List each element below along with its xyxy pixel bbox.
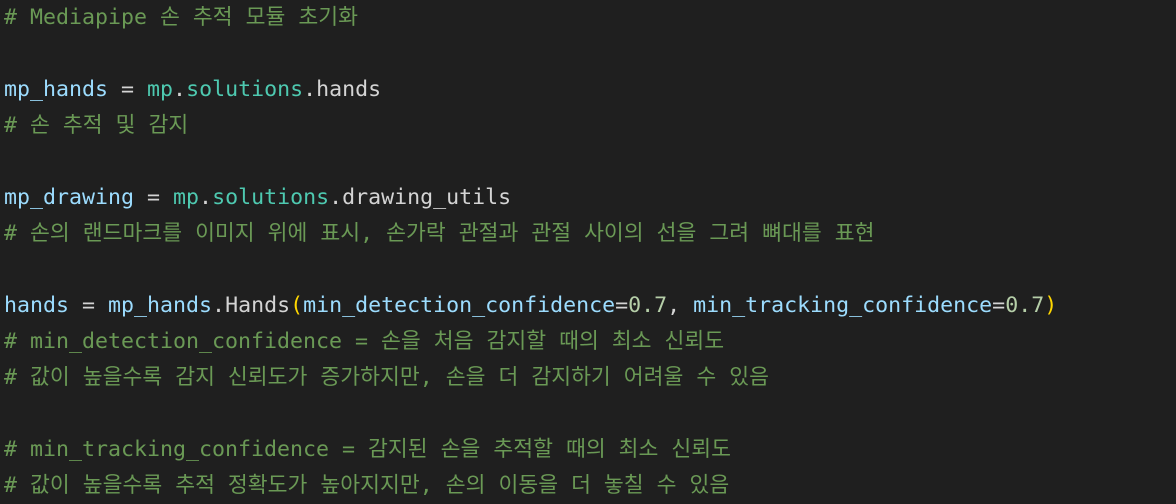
code-line-mp-drawing: mp_drawing = mp.solutions.drawing_utils <box>4 180 1176 216</box>
code-line-comment: # min_detection_confidence = 손을 처음 감지할 때… <box>4 329 725 354</box>
module-token: mp <box>173 185 200 210</box>
dot-token: . <box>212 293 226 318</box>
code-editor[interactable]: # Mediapipe 손 추적 모듈 초기화 mp_hands = mp.so… <box>0 0 1176 504</box>
code-line-comment: # 값이 높을수록 감지 신뢰도가 증가하지만, 손을 더 감지하기 어려울 수… <box>4 365 769 390</box>
number-token: 0.7 <box>1005 293 1045 318</box>
parameter-token: min_detection_confidence <box>303 293 616 318</box>
class-token: Hands <box>225 293 291 318</box>
dot-token: . <box>303 77 317 102</box>
code-line-comment: # min_tracking_confidence = 감지된 손을 추적할 때… <box>4 437 732 462</box>
operator-token: = <box>69 293 109 318</box>
variable-token: mp_hands <box>4 77 109 102</box>
parameter-token: min_tracking_confidence <box>693 293 993 318</box>
operator-token: = <box>108 77 148 102</box>
operator-token: = <box>134 185 174 210</box>
number-token: 0.7 <box>628 293 668 318</box>
variable-token: mp_drawing <box>4 185 135 210</box>
operator-token: = <box>615 293 629 318</box>
attribute-token: hands <box>316 77 382 102</box>
variable-token: hands <box>4 293 70 318</box>
code-line-comment: # Mediapipe 손 추적 모듈 초기화 <box>4 5 358 30</box>
code-line-hands: hands = mp_hands.Hands(min_detection_con… <box>4 288 1176 324</box>
code-line-comment: # 손의 랜드마크를 이미지 위에 표시, 손가락 관절과 관절 사이의 선을 … <box>4 221 875 246</box>
attribute-token: drawing_utils <box>342 185 512 210</box>
code-line-comment: # 손 추적 및 감지 <box>4 113 189 138</box>
dot-token: . <box>329 185 343 210</box>
paren-token: ( <box>290 293 304 318</box>
module-token: solutions <box>186 77 304 102</box>
operator-token: = <box>992 293 1006 318</box>
comma-token: , <box>667 293 694 318</box>
module-token: solutions <box>212 185 330 210</box>
code-line-mp-hands: mp_hands = mp.solutions.hands <box>4 72 1176 108</box>
module-token: mp <box>147 77 174 102</box>
code-line-comment: # 값이 높을수록 추적 정확도가 높아지지만, 손의 이동을 더 놓칠 수 있… <box>4 473 730 498</box>
variable-token: mp_hands <box>108 293 213 318</box>
dot-token: . <box>173 77 187 102</box>
dot-token: . <box>199 185 213 210</box>
paren-token: ) <box>1044 293 1058 318</box>
